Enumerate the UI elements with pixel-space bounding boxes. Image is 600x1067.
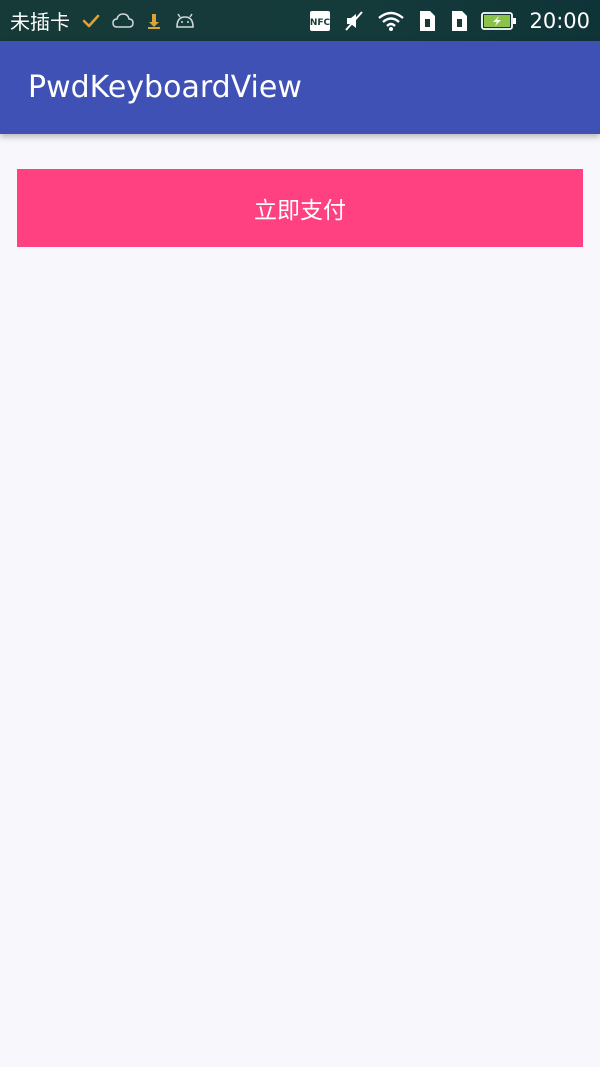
sim2-icon xyxy=(449,9,469,33)
pay-now-button[interactable]: 立即支付 xyxy=(17,169,583,247)
wifi-icon xyxy=(377,9,405,33)
nfc-label: NFC xyxy=(310,18,331,28)
battery-charging-icon xyxy=(481,9,517,33)
check-icon xyxy=(82,9,100,33)
screen: 未插卡 NFC 20:00 PwdKeyboardView 立即支付 xyxy=(0,0,600,1067)
status-bar: 未插卡 NFC 20:00 xyxy=(0,0,600,41)
nfc-icon: NFC xyxy=(309,9,331,33)
mute-icon xyxy=(343,9,365,33)
app-title: PwdKeyboardView xyxy=(28,70,302,105)
status-bar-left: 未插卡 xyxy=(10,6,196,35)
sim1-icon xyxy=(417,9,437,33)
clock: 20:00 xyxy=(529,8,590,33)
download-icon xyxy=(146,9,162,33)
app-bar: PwdKeyboardView xyxy=(0,41,600,134)
status-bar-right: NFC 20:00 xyxy=(309,9,590,33)
cloud-icon xyxy=(112,9,134,33)
android-icon xyxy=(174,9,196,33)
carrier-label: 未插卡 xyxy=(10,10,70,34)
